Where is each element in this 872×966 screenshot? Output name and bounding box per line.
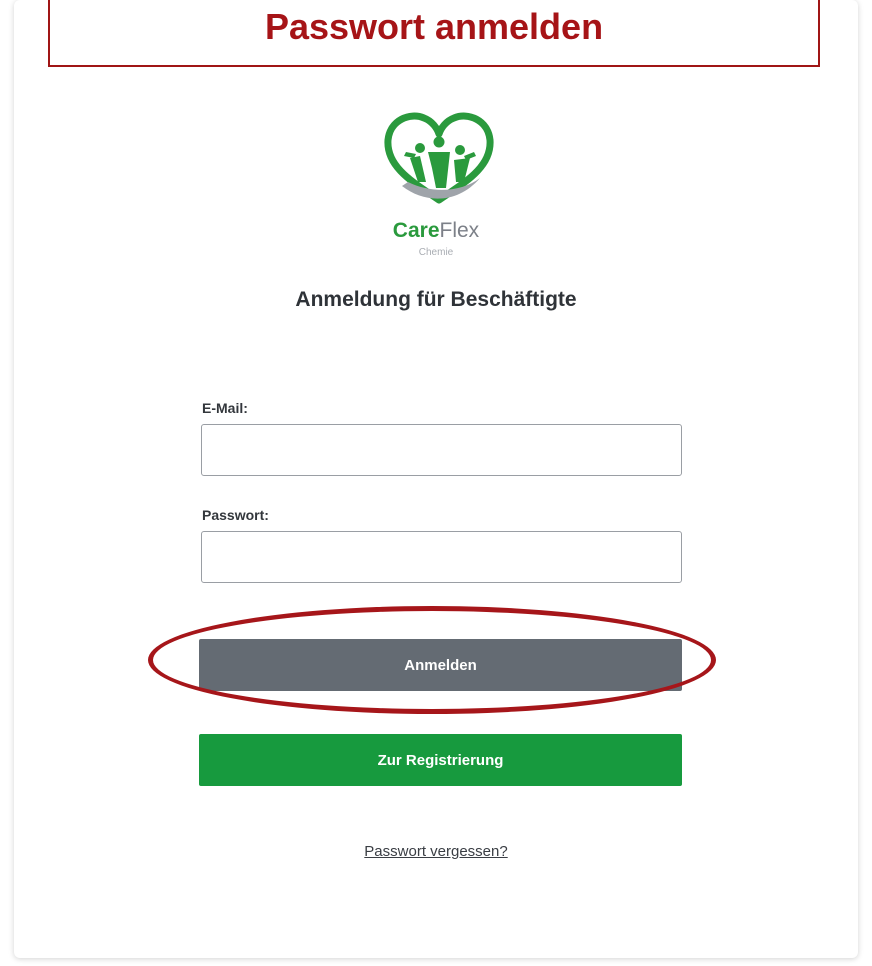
page: Passwort anmelden CareFlex Chemie Anmeld… xyxy=(0,0,872,966)
brand-name: CareFlex xyxy=(0,219,872,243)
brand-name-regular: Flex xyxy=(439,219,480,242)
careflex-logo-icon xyxy=(384,112,494,204)
forgot-password: Passwort vergessen? xyxy=(0,843,872,860)
forgot-password-link[interactable]: Passwort vergessen? xyxy=(364,843,507,860)
register-button[interactable]: Zur Registrierung xyxy=(199,734,682,786)
email-label: E-Mail: xyxy=(202,400,248,416)
email-field[interactable] xyxy=(201,424,682,476)
brand-subtitle: Chemie xyxy=(418,247,454,258)
annotation-title: Passwort anmelden xyxy=(264,5,604,47)
password-field[interactable] xyxy=(201,531,682,583)
page-title: Anmeldung für Beschäftigte xyxy=(295,288,577,311)
annotation-banner: Passwort anmelden xyxy=(48,0,820,67)
password-label: Passwort: xyxy=(202,507,269,523)
brand-name-bold: Care xyxy=(392,219,440,242)
login-button[interactable]: Anmelden xyxy=(199,639,682,691)
